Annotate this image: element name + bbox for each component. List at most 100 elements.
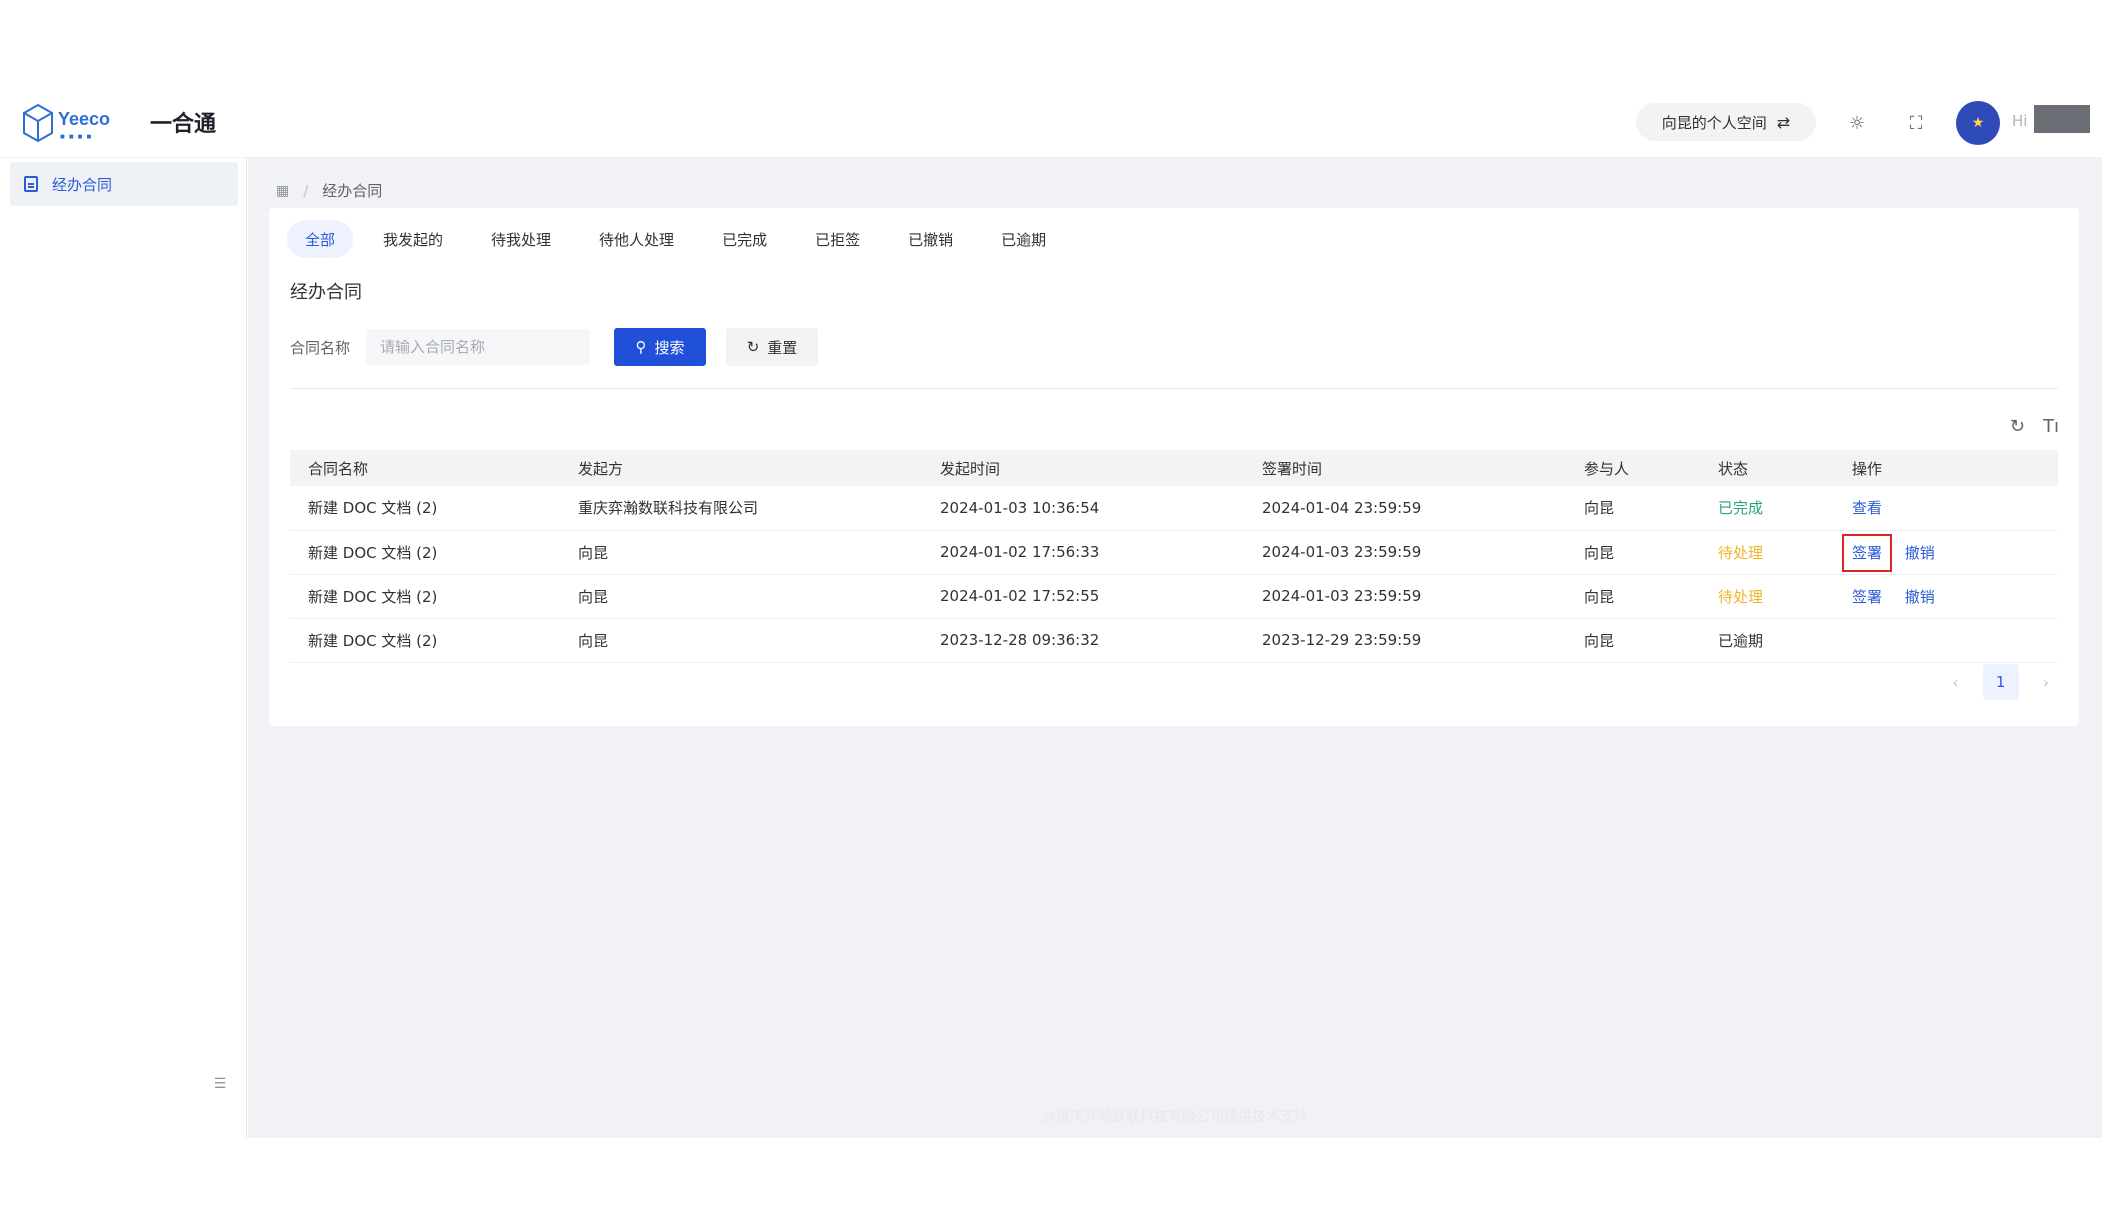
cell-initiator: 重庆弈瀚数联科技有限公司 xyxy=(578,499,759,518)
contract-table: 合同名称 发起方 发起时间 签署时间 参与人 状态 操作 新建 DOC 文档 (… xyxy=(290,450,2058,663)
sidebar-item-handled-contracts[interactable]: 经办合同 xyxy=(10,162,238,206)
grid-icon[interactable]: ▦ xyxy=(276,183,289,199)
theme-toggle-icon[interactable]: ☼ xyxy=(1842,108,1872,138)
svg-text:■■■■: ■■■■ xyxy=(60,132,95,141)
contract-name-label: 合同名称 xyxy=(290,338,351,357)
tab-all[interactable]: 全部 xyxy=(287,220,354,258)
cell-initiator: 向昆 xyxy=(578,587,609,606)
status-badge: 待处理 xyxy=(1718,543,1764,562)
tab-pending-me[interactable]: 待我处理 xyxy=(473,220,569,258)
pagination: ‹ 1 › xyxy=(1952,664,2049,700)
tab-pending-others[interactable]: 待他人处理 xyxy=(581,220,692,258)
sidebar: 经办合同 ☰ xyxy=(0,158,247,1138)
cell-name: 新建 DOC 文档 (2) xyxy=(308,587,438,606)
star-icon: ★ xyxy=(1971,115,1985,131)
search-icon: ⚲ xyxy=(635,338,647,356)
table-row: 新建 DOC 文档 (2) 向昆 2024-01-02 17:52:55 202… xyxy=(290,574,2058,618)
column-header: 签署时间 xyxy=(1262,459,1323,478)
cell-sign-time: 2023-12-29 23:59:59 xyxy=(1262,631,1422,649)
search-form: 合同名称 ⚲ 搜索 ↻ 重置 xyxy=(290,328,819,366)
refresh-icon: ↻ xyxy=(746,338,760,356)
text-size-icon[interactable]: Tı xyxy=(2043,416,2059,437)
cell-name: 新建 DOC 文档 (2) xyxy=(308,543,438,562)
breadcrumb-separator: / xyxy=(303,181,309,200)
space-label: 向昆的个人空间 xyxy=(1661,113,1767,132)
sign-link[interactable]: 签署 xyxy=(1841,533,1893,572)
card-title: 经办合同 xyxy=(290,282,362,303)
tab-revoked[interactable]: 已撤销 xyxy=(890,220,971,258)
swap-icon: ⇄ xyxy=(1776,112,1791,132)
avatar[interactable]: ★ xyxy=(1956,101,2000,145)
contract-card: 全部 我发起的 待我处理 待他人处理 已完成 已拒签 已撤销 已逾期 经办合同 … xyxy=(269,208,2079,726)
cell-name: 新建 DOC 文档 (2) xyxy=(308,631,438,650)
cell-start-time: 2024-01-02 17:56:33 xyxy=(940,543,1100,561)
top-header: Yeeco ■■■■ 一合通 向昆的个人空间 ⇄ ☼ ⛶ ★ Hi xyxy=(0,88,2102,158)
column-header: 参与人 xyxy=(1584,459,1630,478)
status-badge: 已完成 xyxy=(1718,499,1764,518)
cell-sign-time: 2024-01-04 23:59:59 xyxy=(1262,498,1422,517)
cell-start-time: 2024-01-02 17:52:55 xyxy=(940,587,1100,605)
greeting-label: Hi xyxy=(2012,112,2028,130)
table-tools: ↻ Tı xyxy=(2010,416,2059,437)
fullscreen-icon[interactable]: ⛶ xyxy=(1901,108,1931,138)
cell-sign-time: 2024-01-03 23:59:59 xyxy=(1262,543,1422,561)
search-button[interactable]: ⚲ 搜索 xyxy=(614,328,707,366)
document-icon xyxy=(24,176,38,192)
cell-actions: 查看 xyxy=(1834,486,2058,530)
cell-participant: 向昆 xyxy=(1584,631,1615,650)
column-header: 状态 xyxy=(1718,459,1749,478)
table-row: 新建 DOC 文档 (2) 向昆 2024-01-02 17:56:33 202… xyxy=(290,530,2058,574)
reset-button[interactable]: ↻ 重置 xyxy=(726,328,819,366)
cell-initiator: 向昆 xyxy=(578,631,609,650)
yeeco-logo[interactable]: Yeeco ■■■■ xyxy=(20,99,138,147)
reset-button-label: 重置 xyxy=(767,338,798,357)
table-row: 新建 DOC 文档 (2) 重庆弈瀚数联科技有限公司 2024-01-03 10… xyxy=(290,486,2058,530)
revoke-link[interactable]: 撤销 xyxy=(1905,588,1935,606)
table-row: 新建 DOC 文档 (2) 向昆 2023-12-28 09:36:32 202… xyxy=(290,618,2058,662)
cell-actions: 签署 撤销 xyxy=(1834,574,2058,618)
refresh-icon[interactable]: ↻ xyxy=(2010,416,2025,437)
view-link[interactable]: 查看 xyxy=(1852,499,1882,517)
page-number[interactable]: 1 xyxy=(1982,664,2019,700)
space-switch-button[interactable]: 向昆的个人空间 ⇄ xyxy=(1636,103,1816,141)
column-header: 发起方 xyxy=(578,459,624,478)
breadcrumb: ▦ / 经办合同 xyxy=(276,180,382,201)
sidebar-item-label: 经办合同 xyxy=(52,175,113,194)
status-badge: 待处理 xyxy=(1718,587,1764,606)
cell-sign-time: 2024-01-03 23:59:59 xyxy=(1262,587,1422,605)
cell-start-time: 2023-12-28 09:36:32 xyxy=(940,631,1100,649)
cell-name: 新建 DOC 文档 (2) xyxy=(308,499,438,518)
username-redacted xyxy=(2034,105,2090,133)
divider xyxy=(290,388,2058,389)
cell-participant: 向昆 xyxy=(1584,543,1615,562)
search-button-label: 搜索 xyxy=(654,338,685,357)
footer-text: @重庆弈瀚数联科技有限公司提供技术支持 xyxy=(1042,1109,1308,1125)
column-header: 发起时间 xyxy=(940,459,1001,478)
tab-rejected[interactable]: 已拒签 xyxy=(797,220,878,258)
collapse-icon[interactable]: ☰ xyxy=(208,1076,232,1096)
main-content: ▦ / 经办合同 全部 我发起的 待我处理 待他人处理 已完成 已拒签 已撤销 … xyxy=(248,158,2102,1138)
svg-text:Yeeco: Yeeco xyxy=(58,109,110,129)
next-page-icon[interactable]: › xyxy=(2043,673,2049,692)
table-header-row: 合同名称 发起方 发起时间 签署时间 参与人 状态 操作 xyxy=(290,450,2058,486)
tab-completed[interactable]: 已完成 xyxy=(704,220,785,258)
column-header: 合同名称 xyxy=(308,459,369,478)
column-header: 操作 xyxy=(1852,459,1883,478)
contract-name-input[interactable] xyxy=(366,329,591,365)
cell-participant: 向昆 xyxy=(1584,587,1615,606)
revoke-link[interactable]: 撤销 xyxy=(1905,544,1935,562)
cell-initiator: 向昆 xyxy=(578,543,609,562)
prev-page-icon[interactable]: ‹ xyxy=(1952,673,1958,692)
app-title: 一合通 xyxy=(150,112,217,137)
breadcrumb-current: 经办合同 xyxy=(322,182,383,200)
status-tabs: 全部 我发起的 待我处理 待他人处理 已完成 已拒签 已撤销 已逾期 xyxy=(287,220,1076,258)
status-badge: 已逾期 xyxy=(1718,631,1764,650)
cell-start-time: 2024-01-03 10:36:54 xyxy=(940,498,1100,517)
cell-actions xyxy=(1834,618,2058,662)
cell-actions: 签署 撤销 xyxy=(1834,530,2058,574)
sign-link[interactable]: 签署 xyxy=(1852,588,1882,606)
tab-expired[interactable]: 已逾期 xyxy=(983,220,1064,258)
cell-participant: 向昆 xyxy=(1584,499,1615,518)
tab-initiated-by-me[interactable]: 我发起的 xyxy=(365,220,461,258)
app-window: Yeeco ■■■■ 一合通 向昆的个人空间 ⇄ ☼ ⛶ ★ Hi 经办合同 ☰… xyxy=(0,88,2102,1138)
